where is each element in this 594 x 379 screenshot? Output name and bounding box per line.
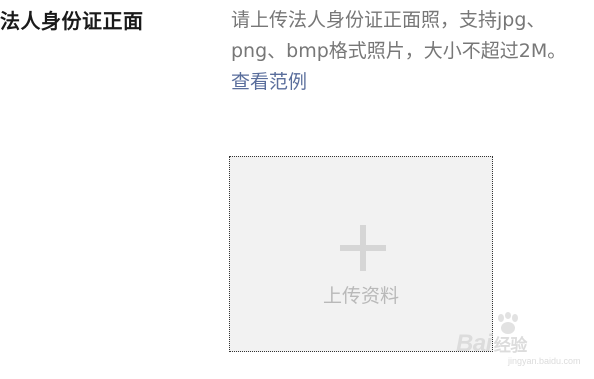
upload-hint-text: 请上传法人身份证正面照，支持jpg、png、bmp格式照片，大小不超过2M。: [231, 9, 567, 62]
baidu-watermark: Bai 经验 jingyan.baidu.com: [448, 312, 581, 366]
watermark-brand-suffix: 经验: [493, 336, 528, 355]
watermark-url: jingyan.baidu.com: [508, 356, 581, 366]
id-card-front-label: 法人身份证正面: [0, 9, 144, 33]
upload-hint: 请上传法人身份证正面照，支持jpg、png、bmp格式照片，大小不超过2M。 查…: [231, 5, 571, 98]
upload-label: 上传资料: [322, 285, 399, 307]
view-example-link[interactable]: 查看范例: [231, 67, 571, 98]
watermark-brand: Bai: [456, 330, 492, 357]
plus-icon: [340, 225, 386, 271]
